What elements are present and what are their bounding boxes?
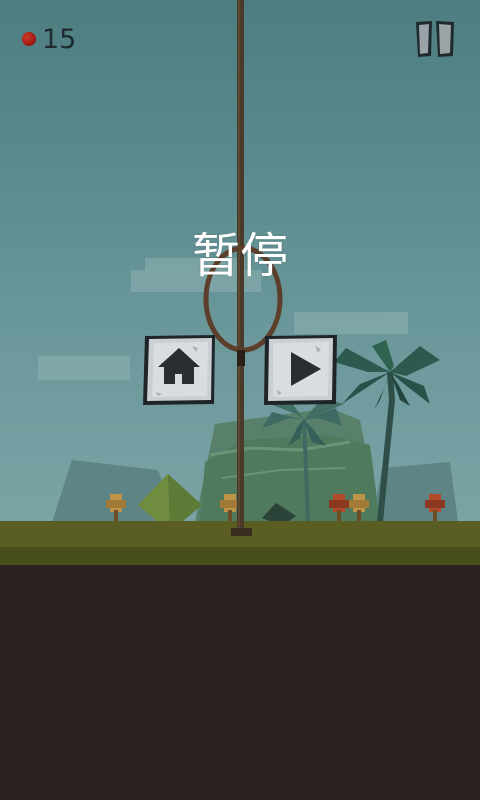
game-scene xyxy=(0,0,480,800)
berry-icon xyxy=(22,32,36,46)
home-icon xyxy=(143,335,215,405)
resume-button[interactable] xyxy=(263,334,337,406)
soil xyxy=(0,565,480,800)
pause-icon xyxy=(416,21,454,57)
game-screen: 15 暂停 xyxy=(0,0,480,800)
berry-count: 15 xyxy=(42,23,77,55)
grass-shadow xyxy=(0,547,480,565)
play-icon xyxy=(264,335,337,405)
pause-button[interactable] xyxy=(412,18,458,60)
rope-knot xyxy=(237,350,245,366)
berry-counter: 15 xyxy=(22,22,76,56)
pause-title: 暂停 xyxy=(191,228,288,284)
home-button[interactable] xyxy=(142,334,216,406)
